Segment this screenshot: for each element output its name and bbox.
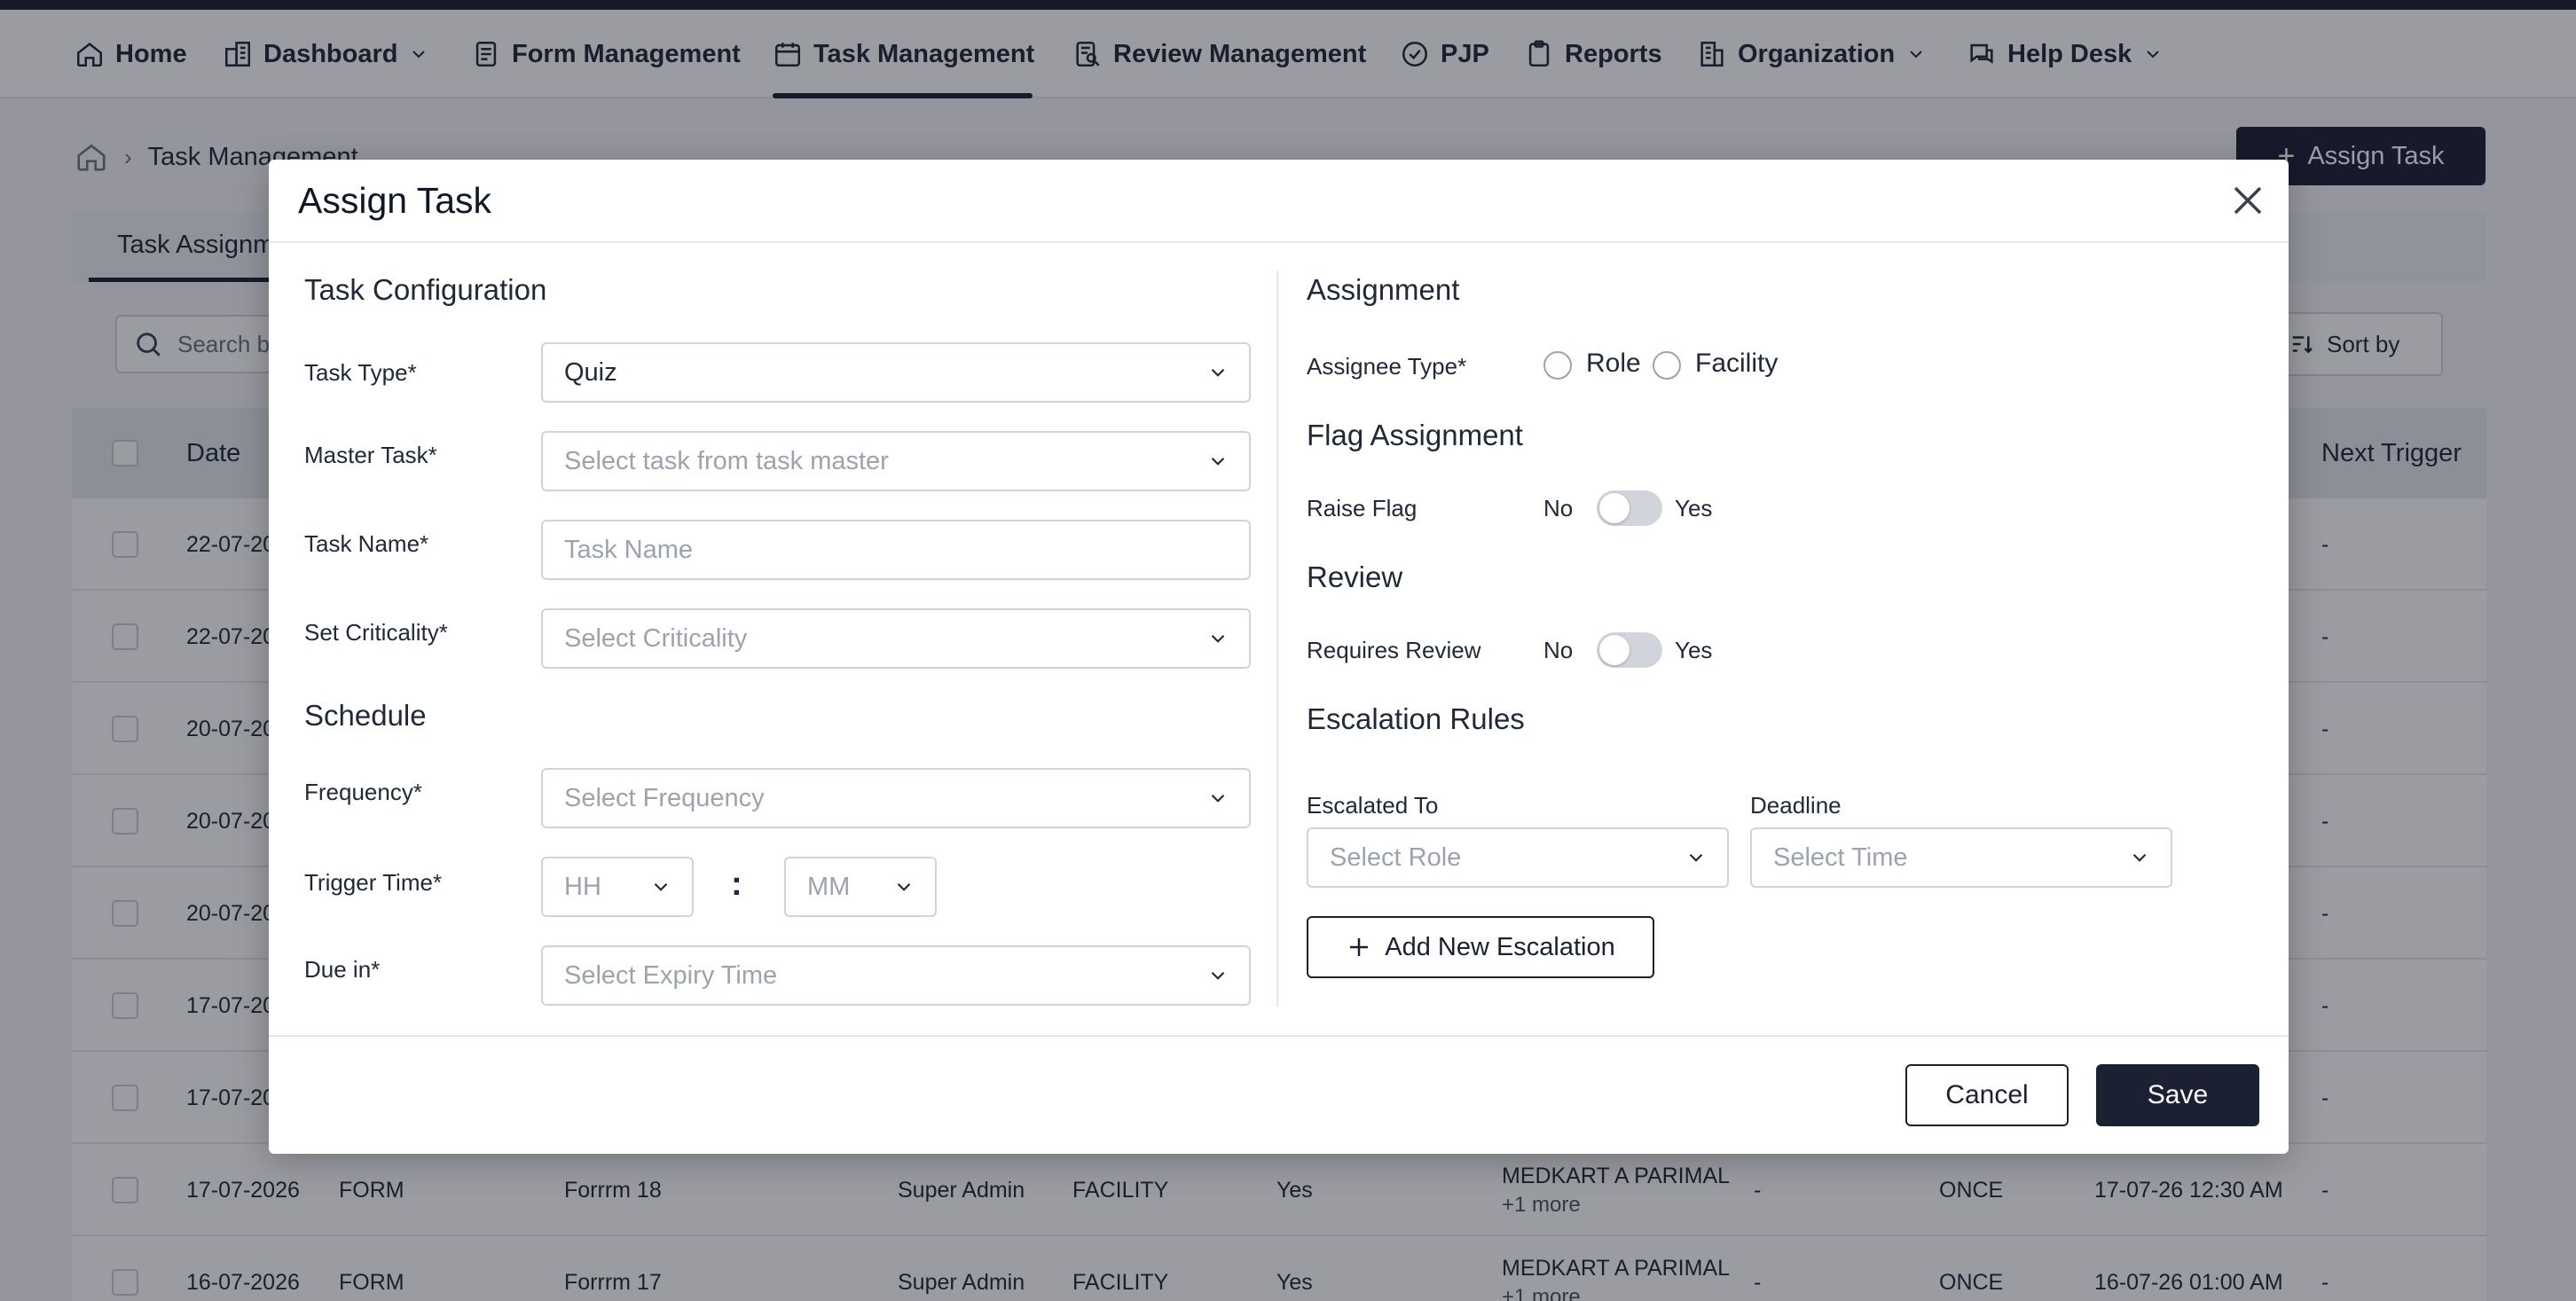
close-icon [2234, 186, 2262, 215]
review-heading: Review [1307, 560, 1403, 593]
schedule-heading: Schedule [304, 699, 427, 732]
frequency-placeholder: Select Frequency [564, 783, 765, 812]
plus-icon [1350, 938, 1369, 956]
escalation-rules-heading: Escalation Rules [1307, 702, 1525, 735]
master-task-select[interactable]: Select task from task master [541, 431, 1251, 491]
deadline-placeholder: Select Time [1773, 843, 1908, 872]
task-type-select[interactable]: Quiz [541, 342, 1251, 403]
due-in-placeholder: Select Expiry Time [564, 960, 778, 990]
criticality-select[interactable]: Select Criticality [541, 608, 1251, 669]
assignee-role-radio[interactable] [1543, 351, 1572, 380]
task-name-label: Task Name* [304, 530, 429, 557]
chevron-down-icon [897, 882, 911, 891]
modal-column-divider [1276, 270, 1278, 1007]
due-in-select[interactable]: Select Expiry Time [541, 945, 1251, 1006]
chevron-down-icon [1211, 971, 1225, 980]
trigger-time-label: Trigger Time* [304, 869, 443, 896]
escalated-to-select[interactable]: Select Role [1307, 827, 1729, 888]
trigger-hour-select[interactable]: HH [541, 857, 694, 917]
raise-flag-yes-label: Yes [1675, 495, 1713, 521]
trigger-minute-placeholder: MM [807, 872, 851, 901]
add-escalation-label: Add New Escalation [1385, 932, 1615, 961]
deadline-select[interactable]: Select Time [1750, 827, 2172, 888]
escalated-to-label: Escalated To [1307, 792, 1439, 819]
raise-flag-toggle[interactable] [1597, 490, 1662, 526]
chevron-down-icon [1211, 368, 1225, 377]
trigger-hour-placeholder: HH [564, 872, 601, 901]
task-configuration-heading: Task Configuration [304, 273, 547, 306]
assignee-facility-radio[interactable] [1653, 351, 1681, 380]
close-button[interactable] [2225, 177, 2271, 223]
master-task-label: Master Task* [304, 442, 437, 468]
add-escalation-button[interactable]: Add New Escalation [1307, 916, 1654, 978]
task-type-value: Quiz [564, 357, 617, 387]
frequency-select[interactable]: Select Frequency [541, 768, 1251, 828]
chevron-down-icon [1211, 457, 1225, 466]
assignment-heading: Assignment [1307, 273, 1460, 306]
chevron-down-icon [1689, 853, 1703, 862]
criticality-label: Set Criticality* [304, 619, 448, 646]
assignee-type-label: Assignee Type* [1307, 353, 1467, 380]
modal-footer-divider [269, 1035, 2289, 1037]
assignee-facility-label[interactable]: Facility [1695, 349, 1778, 379]
requires-review-toggle[interactable] [1597, 632, 1662, 668]
deadline-label: Deadline [1750, 792, 1842, 819]
task-type-label: Task Type* [304, 359, 417, 386]
flag-assignment-heading: Flag Assignment [1307, 419, 1523, 451]
requires-review-no-label: No [1543, 637, 1574, 663]
trigger-minute-select[interactable]: MM [784, 857, 937, 917]
chevron-down-icon [1211, 634, 1225, 643]
modal-header-divider [269, 241, 2289, 243]
time-separator: : [731, 866, 742, 903]
criticality-placeholder: Select Criticality [564, 623, 748, 653]
cancel-button[interactable]: Cancel [1905, 1064, 2069, 1126]
task-name-input[interactable]: Task Name [541, 520, 1251, 580]
modal-title: Assign Task [298, 179, 492, 221]
due-in-label: Due in* [304, 956, 381, 983]
escalated-to-placeholder: Select Role [1330, 843, 1462, 872]
master-task-placeholder: Select task from task master [564, 446, 889, 475]
chevron-down-icon [1211, 794, 1225, 803]
assign-task-modal: Assign Task Task Configuration Task Type… [269, 160, 2289, 1154]
chevron-down-icon [2132, 853, 2147, 862]
save-button[interactable]: Save [2096, 1064, 2259, 1126]
task-name-placeholder: Task Name [564, 535, 694, 564]
requires-review-label: Requires Review [1307, 637, 1481, 663]
raise-flag-label: Raise Flag [1307, 495, 1418, 521]
requires-review-yes-label: Yes [1675, 637, 1713, 663]
assignee-role-label[interactable]: Role [1586, 349, 1641, 379]
raise-flag-no-label: No [1543, 495, 1574, 521]
frequency-label: Frequency* [304, 779, 422, 805]
chevron-down-icon [654, 882, 668, 891]
